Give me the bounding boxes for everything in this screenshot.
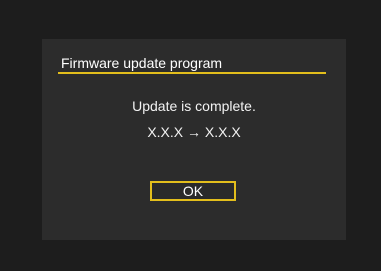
version-change-text: X.X.X → X.X.X [147, 124, 241, 140]
status-message: Update is complete. [132, 98, 256, 114]
title-underline [58, 72, 326, 74]
dialog-title: Firmware update program [61, 55, 223, 71]
ok-button[interactable]: OK [150, 181, 236, 201]
firmware-update-dialog: Firmware update program Update is comple… [42, 39, 346, 240]
